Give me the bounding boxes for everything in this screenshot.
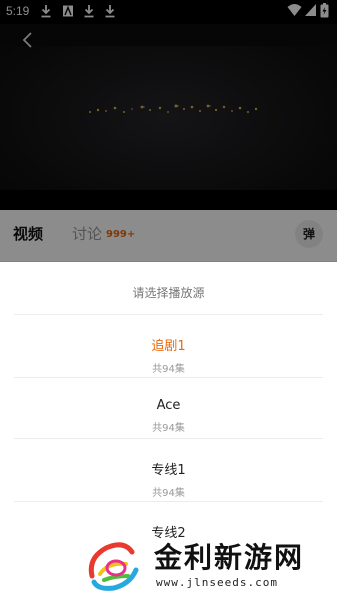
source-episode-count: 共94集	[152, 423, 185, 434]
watermark-logo-icon	[88, 542, 139, 591]
source-name: Ace	[156, 398, 181, 413]
source-name: 追剧1	[151, 339, 186, 354]
source-item-zhuanxian1[interactable]: 专线1 共94集	[14, 439, 323, 501]
source-episode-count: 共94集	[152, 488, 185, 499]
watermark-title: 金利新游网	[154, 541, 305, 574]
source-name: 专线1	[151, 463, 186, 478]
watermark: 金利新游网 www.jlnseeds.com	[84, 532, 337, 600]
source-item-ace[interactable]: Ace 共94集	[14, 378, 323, 440]
source-item-zhuiju1[interactable]: 追剧1 共94集	[14, 315, 323, 377]
source-episode-count: 共94集	[152, 364, 185, 375]
sheet-title: 请选择播放源	[132, 286, 205, 300]
watermark-url: www.jlnseeds.com	[156, 576, 278, 589]
